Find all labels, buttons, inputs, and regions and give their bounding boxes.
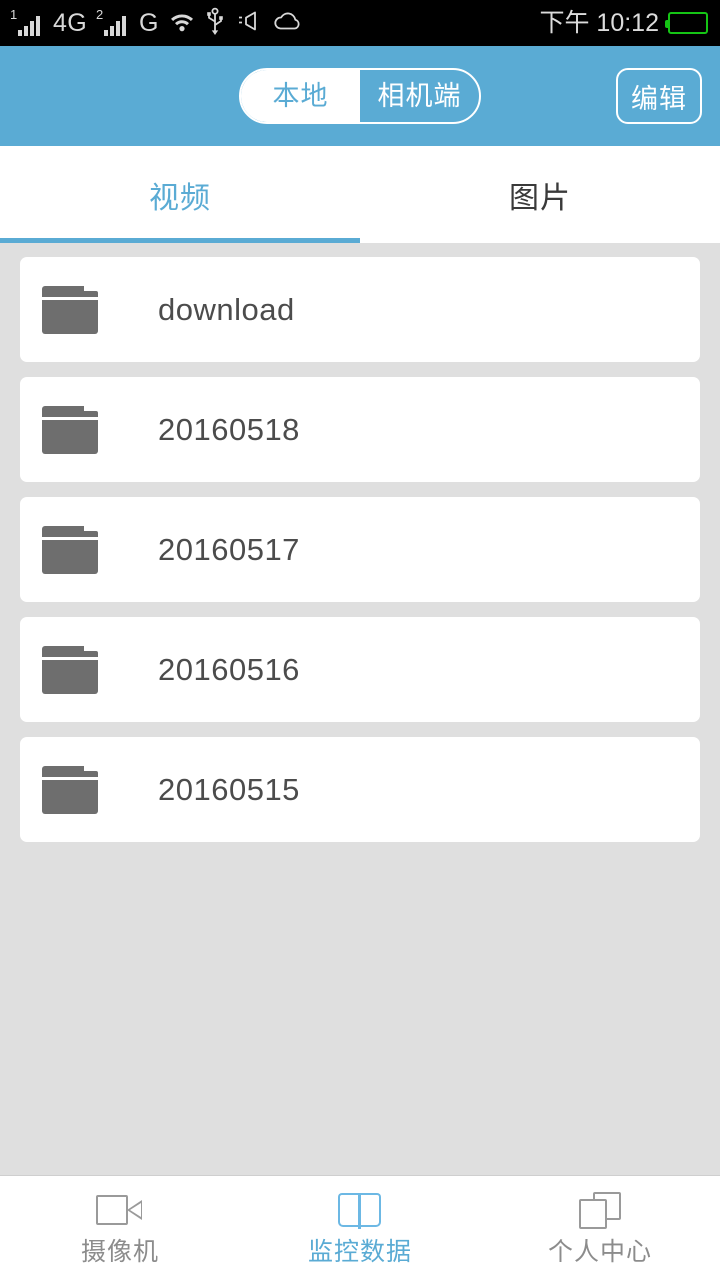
list-item[interactable]: 20160515: [20, 737, 700, 842]
nav-item-monitor-data-label: 监控数据: [307, 1238, 412, 1266]
folder-name: 20160518: [158, 411, 300, 447]
phone-screen: 1 4G 2 G 下午 10:12 本地 相机端 编辑 视频 图片 downlo…: [0, 0, 720, 1280]
nav-item-profile[interactable]: 个人中心: [480, 1176, 720, 1280]
list-item[interactable]: 20160516: [20, 617, 700, 722]
sim2-index-label: 2: [95, 7, 104, 22]
edit-button[interactable]: 编辑: [616, 68, 702, 124]
network-type-4g-label: 4G: [53, 8, 87, 37]
segment-camera[interactable]: 相机端: [360, 70, 479, 122]
nav-item-camera[interactable]: 摄像机: [0, 1176, 240, 1280]
bottom-navigation-bar: 摄像机 监控数据 个人中心: [0, 1175, 720, 1280]
status-bar-left-icons: 1 4G 2 G: [10, 7, 539, 40]
cloud-icon: [271, 9, 305, 38]
windows-stack-icon: [576, 1191, 624, 1231]
folder-list[interactable]: download 20160518 20160517 20160516 2016…: [0, 243, 720, 1175]
folder-name: 20160517: [158, 531, 300, 567]
nav-item-profile-label: 个人中心: [547, 1238, 652, 1266]
list-item[interactable]: download: [20, 257, 700, 362]
list-item[interactable]: 20160518: [20, 377, 700, 482]
content-type-tabbar: 视频 图片: [0, 146, 720, 243]
tab-video-label: 视频: [149, 181, 211, 215]
status-bar: 1 4G 2 G 下午 10:12: [0, 0, 720, 46]
folder-icon: [42, 525, 98, 574]
folder-icon: [42, 285, 98, 334]
folder-icon: [42, 645, 98, 694]
folder-name: 20160515: [158, 771, 300, 807]
source-segmented-control[interactable]: 本地 相机端: [239, 68, 481, 124]
open-book-icon: [336, 1191, 384, 1231]
video-camera-icon: [96, 1191, 144, 1231]
tab-picture[interactable]: 图片: [360, 146, 720, 243]
mute-icon: [234, 9, 262, 38]
network-type-g-label: G: [138, 8, 159, 37]
nav-item-monitor-data[interactable]: 监控数据: [240, 1176, 480, 1280]
list-item[interactable]: 20160517: [20, 497, 700, 602]
signal-icon-2: 2: [95, 7, 130, 36]
folder-name: 20160516: [158, 651, 300, 687]
signal-icon: 1: [10, 7, 44, 36]
tab-picture-label: 图片: [509, 181, 571, 215]
folder-icon: [42, 405, 98, 454]
nav-item-camera-label: 摄像机: [80, 1238, 159, 1266]
tab-video[interactable]: 视频: [0, 146, 360, 243]
signal-bars: [18, 16, 40, 36]
usb-icon: [205, 7, 225, 40]
battery-icon: [665, 12, 708, 34]
sim1-index-label: 1: [10, 7, 18, 22]
app-header: 本地 相机端 编辑: [0, 46, 720, 146]
status-bar-clock: 下午 10:12: [539, 8, 659, 37]
status-bar-right: 下午 10:12: [539, 8, 708, 37]
folder-name: download: [158, 291, 295, 327]
folder-icon: [42, 765, 98, 814]
signal-bars-2: [103, 16, 126, 36]
wifi-icon: [168, 9, 196, 38]
segment-local[interactable]: 本地: [241, 70, 360, 122]
